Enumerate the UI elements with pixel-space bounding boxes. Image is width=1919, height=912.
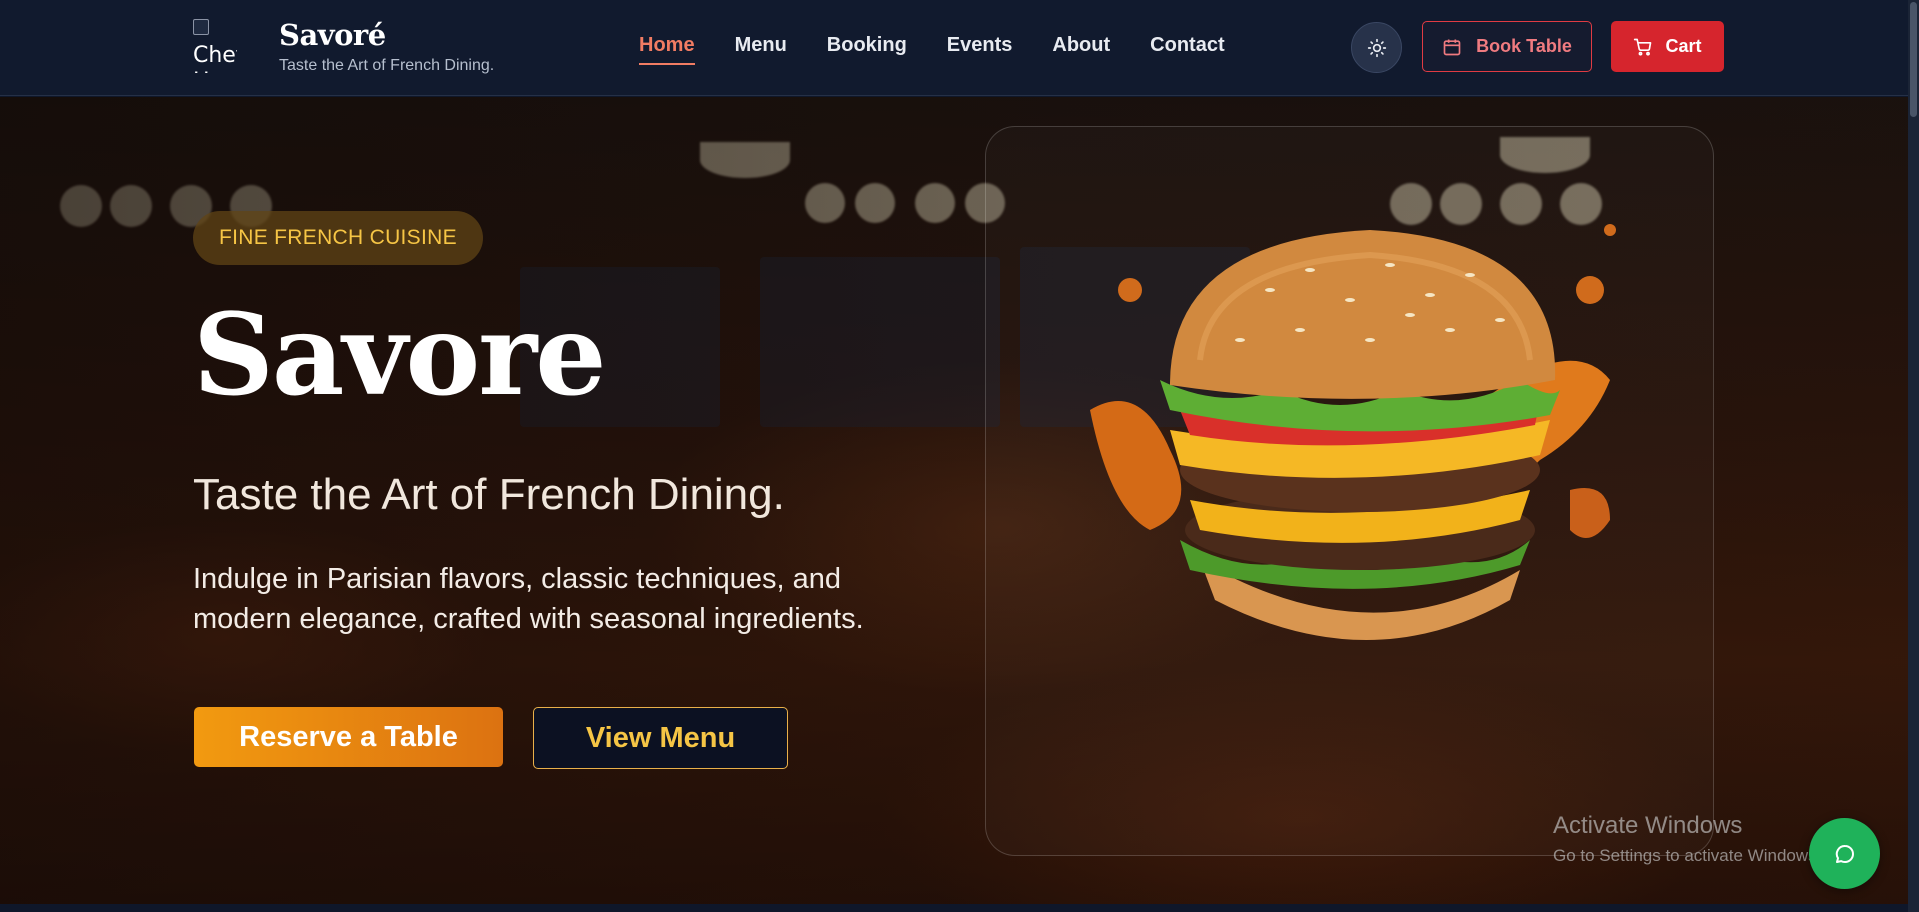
nav-home[interactable]: Home <box>639 34 695 65</box>
cart-label: Cart <box>1665 36 1702 56</box>
logo-alt-text: Chef H <box>193 43 237 73</box>
scrollbar-thumb[interactable] <box>1910 2 1917 117</box>
page-scrollbar[interactable] <box>1908 0 1919 912</box>
nav-contact[interactable]: Contact <box>1150 34 1224 65</box>
chat-button[interactable] <box>1809 818 1880 889</box>
hero-title: Savore <box>193 290 606 421</box>
book-table-button[interactable]: Book Table <box>1422 21 1592 72</box>
view-menu-button[interactable]: View Menu <box>533 707 788 769</box>
sun-icon <box>1367 38 1386 57</box>
calendar-icon <box>1443 39 1461 55</box>
book-table-label: Book Table <box>1476 36 1572 56</box>
nav-about[interactable]: About <box>1052 34 1110 65</box>
page-bottom-edge <box>0 904 1908 912</box>
broken-image-icon <box>193 19 209 35</box>
cuisine-badge: FINE FRENCH CUISINE <box>193 211 483 265</box>
site-header: Chef H Savoré Taste the Art of French Di… <box>0 0 1908 96</box>
logo-image[interactable]: Chef H <box>193 17 237 73</box>
nav-events[interactable]: Events <box>947 34 1013 65</box>
brand-tagline: Taste the Art of French Dining. <box>279 57 495 74</box>
theme-toggle-button[interactable] <box>1351 22 1402 73</box>
hero-subtitle: Taste the Art of French Dining. <box>193 470 785 519</box>
activate-subtitle: Go to Settings to activate Windows. <box>1553 846 1822 865</box>
cart-icon <box>1634 38 1652 56</box>
burger-image <box>1090 224 1616 640</box>
activate-windows-watermark: Activate Windows Go to Settings to activ… <box>1553 812 1821 866</box>
brand-name[interactable]: Savoré <box>279 18 386 52</box>
activate-title: Activate Windows <box>1553 812 1743 839</box>
chat-icon <box>1835 844 1854 863</box>
reserve-table-button[interactable]: Reserve a Table <box>194 707 503 767</box>
nav-booking[interactable]: Booking <box>827 34 907 65</box>
main-nav: Home Menu Booking Events About Contact <box>639 34 1225 65</box>
hero-description: Indulge in Parisian flavors, classic tec… <box>193 563 864 635</box>
nav-menu[interactable]: Menu <box>735 34 787 65</box>
cart-button[interactable]: Cart <box>1611 21 1724 72</box>
